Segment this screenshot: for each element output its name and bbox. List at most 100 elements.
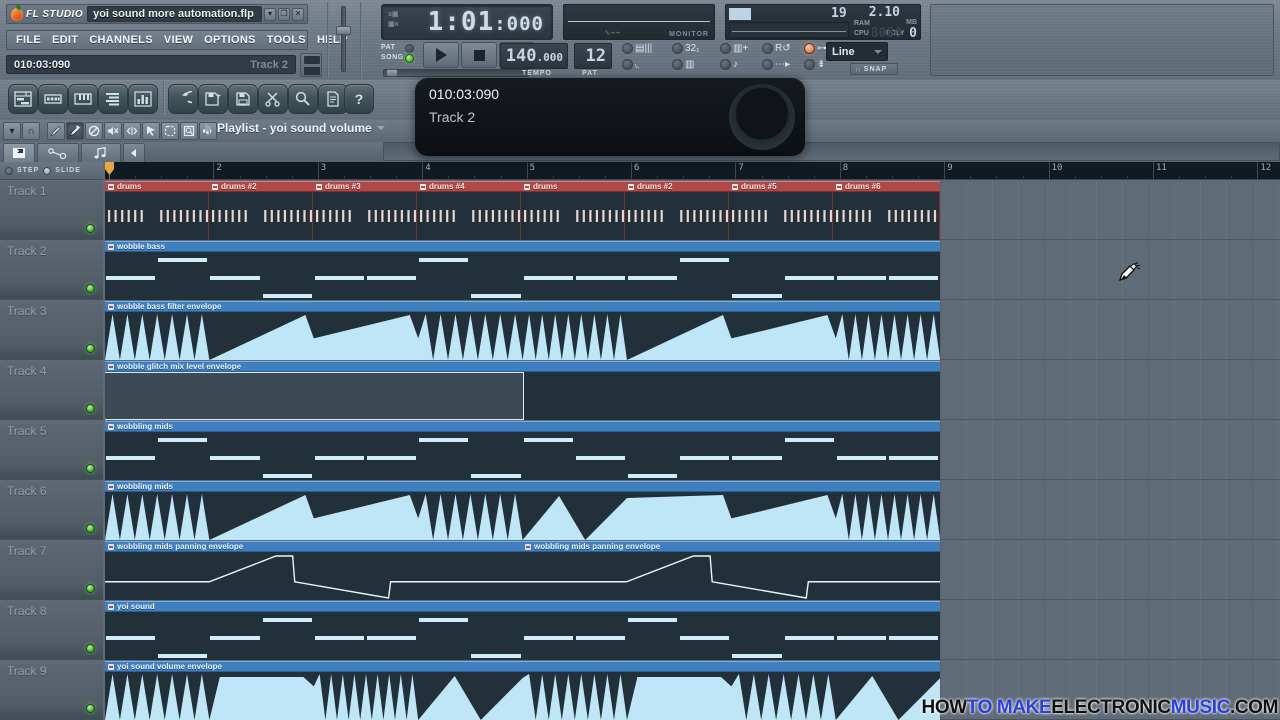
track-header-8[interactable]: Track 8	[0, 601, 103, 660]
clip-pattern[interactable]: drums #6	[833, 181, 940, 240]
track-enable-led[interactable]	[86, 464, 95, 473]
track-enable-led[interactable]	[86, 584, 95, 593]
clip-header[interactable]: drums #6	[833, 181, 940, 192]
cut-icon[interactable]	[258, 84, 288, 114]
clip-header[interactable]: wobbling mids panning envelope	[522, 541, 940, 552]
minimize-icon[interactable]: ▾	[264, 7, 276, 21]
track-enable-led[interactable]	[86, 524, 95, 533]
tool-draw[interactable]	[47, 122, 65, 140]
switch-blend-notes[interactable]: ⋯▸	[762, 59, 790, 70]
clip-pattern[interactable]: drums #3	[313, 181, 417, 240]
clip-header[interactable]: drums #2	[625, 181, 729, 192]
metronome-led[interactable]	[622, 59, 633, 70]
tempo-display[interactable]: 140.000	[500, 43, 568, 69]
time-display-panel[interactable]: s▣ ▣x 1:01:000	[381, 4, 553, 40]
close-icon[interactable]: ✕	[292, 7, 304, 21]
clip-pattern[interactable]: drums #2	[209, 181, 313, 240]
track-header-2[interactable]: Track 2	[0, 241, 103, 300]
slide-led[interactable]	[43, 166, 52, 175]
track-lane-2[interactable]: wobble bass	[105, 241, 1280, 300]
clip-header[interactable]: wobble bass filter envelope	[105, 301, 940, 312]
switch-record-filter[interactable]: ⊶	[804, 43, 827, 54]
switch-metronome[interactable]: ◟	[622, 59, 639, 70]
master-volume-slot[interactable]	[332, 4, 356, 76]
menu-item-options[interactable]: OPTIONS	[199, 33, 261, 47]
clip-header[interactable]: wobbling mids panning envelope	[105, 541, 522, 552]
pattern-number-display[interactable]: 12	[574, 43, 612, 69]
loop-record-led[interactable]	[762, 43, 773, 54]
tool-slice[interactable]	[123, 122, 141, 140]
clip-automation[interactable]: wobbling mids	[105, 421, 940, 480]
clip-automation[interactable]: wobbling mids panning envelope	[105, 541, 522, 600]
track-header-6[interactable]: Track 6	[0, 481, 103, 540]
wait-led[interactable]	[672, 59, 683, 70]
playlist-icon[interactable]	[8, 84, 38, 114]
lane-empty-area[interactable]	[940, 361, 1280, 419]
track-lane-7[interactable]: wobbling mids panning envelope wobbling m…	[105, 541, 1280, 600]
switch-wait-for-input[interactable]: ▥	[672, 59, 694, 70]
pattern-song-switch[interactable]: PAT SONG	[381, 43, 425, 67]
clip-automation[interactable]: wobble bass filter envelope	[105, 301, 940, 360]
transport-progress-slider[interactable]	[383, 69, 529, 77]
playlist-menu-button[interactable]: ▾	[3, 122, 21, 140]
tab-automation[interactable]	[37, 143, 79, 162]
menu-item-view[interactable]: VIEW	[159, 33, 198, 47]
switch-loop-record[interactable]: R↺	[762, 43, 791, 54]
track-lane-6[interactable]: wobbling mids	[105, 481, 1280, 540]
monitor-panel[interactable]: ∿⌁⌁ MONITOR	[563, 4, 715, 40]
clip-header[interactable]: drums #5	[729, 181, 833, 192]
lane-empty-area[interactable]	[940, 421, 1280, 479]
switch-note-snap[interactable]: ♪	[720, 59, 738, 70]
track-enable-led[interactable]	[86, 704, 95, 713]
track-enable-led[interactable]	[86, 644, 95, 653]
track-lane-1[interactable]: drums drums #2 drums #3 drums #4 drums drums …	[105, 181, 1280, 240]
browser-icon[interactable]	[98, 84, 128, 114]
switch-step-edit[interactable]: 32₁	[672, 43, 700, 54]
song-mode-led[interactable]	[405, 54, 414, 63]
lane-empty-area[interactable]	[940, 541, 1280, 599]
song-position-panel[interactable]: 010:03:090 Track 2	[6, 55, 296, 74]
step-led[interactable]	[5, 166, 13, 175]
tool-paint[interactable]	[66, 122, 84, 140]
menu-item-tools[interactable]: TOOLS	[262, 33, 311, 47]
switch-multilink[interactable]: ▥+	[720, 43, 748, 54]
undo-icon[interactable]	[168, 84, 198, 114]
track-lane-3[interactable]: wobble bass filter envelope	[105, 301, 1280, 360]
mixer-icon[interactable]	[128, 84, 158, 114]
clip-header[interactable]: yoi sound	[105, 601, 940, 612]
blend-led[interactable]	[762, 59, 773, 70]
track-enable-led[interactable]	[86, 344, 95, 353]
tab-markers[interactable]	[3, 143, 35, 162]
playlist-title[interactable]: Playlist - yoi sound volume	[205, 121, 385, 135]
clip-automation[interactable]: wobbling mids panning envelope	[522, 541, 940, 600]
clip-pattern[interactable]: drums #5	[729, 181, 833, 240]
pat-mode-led[interactable]	[405, 44, 414, 53]
save-new-version-icon[interactable]: +	[198, 84, 228, 114]
clip-header[interactable]: drums #3	[313, 181, 417, 192]
step-sequencer-icon[interactable]	[38, 84, 68, 114]
countdown-led[interactable]	[804, 59, 815, 70]
clip-header[interactable]: wobble bass	[105, 241, 940, 252]
lane-empty-area[interactable]	[940, 601, 1280, 659]
track-header-1[interactable]: Track 1	[0, 181, 103, 240]
typing-keyboard-led[interactable]	[622, 43, 633, 54]
track-header-4[interactable]: Track 4	[0, 361, 103, 420]
track-enable-led[interactable]	[86, 404, 95, 413]
clip-pattern[interactable]: drums	[105, 181, 209, 240]
clip-automation[interactable]: wobbling mids	[105, 481, 940, 540]
track-lane-8[interactable]: yoi sound	[105, 601, 1280, 660]
clip-pattern[interactable]: drums #4	[417, 181, 521, 240]
menu-item-edit[interactable]: EDIT	[47, 33, 83, 47]
transport-slider-handle[interactable]	[386, 69, 398, 77]
track-enable-led[interactable]	[86, 224, 95, 233]
tool-delete[interactable]	[85, 122, 103, 140]
clip-automation[interactable]: yoi sound	[105, 601, 940, 660]
magnet-snap-button[interactable]: ∩	[22, 122, 40, 140]
clip-header[interactable]: drums #2	[209, 181, 313, 192]
track-header-7[interactable]: Track 7	[0, 541, 103, 600]
master-slider-knob[interactable]	[336, 26, 351, 35]
tab-audio[interactable]	[81, 143, 121, 162]
menu-item-channels[interactable]: CHANNELS	[84, 33, 158, 47]
stop-button[interactable]	[461, 42, 497, 68]
track-lane-4[interactable]: wobble glitch mix level envelope	[105, 361, 1280, 420]
